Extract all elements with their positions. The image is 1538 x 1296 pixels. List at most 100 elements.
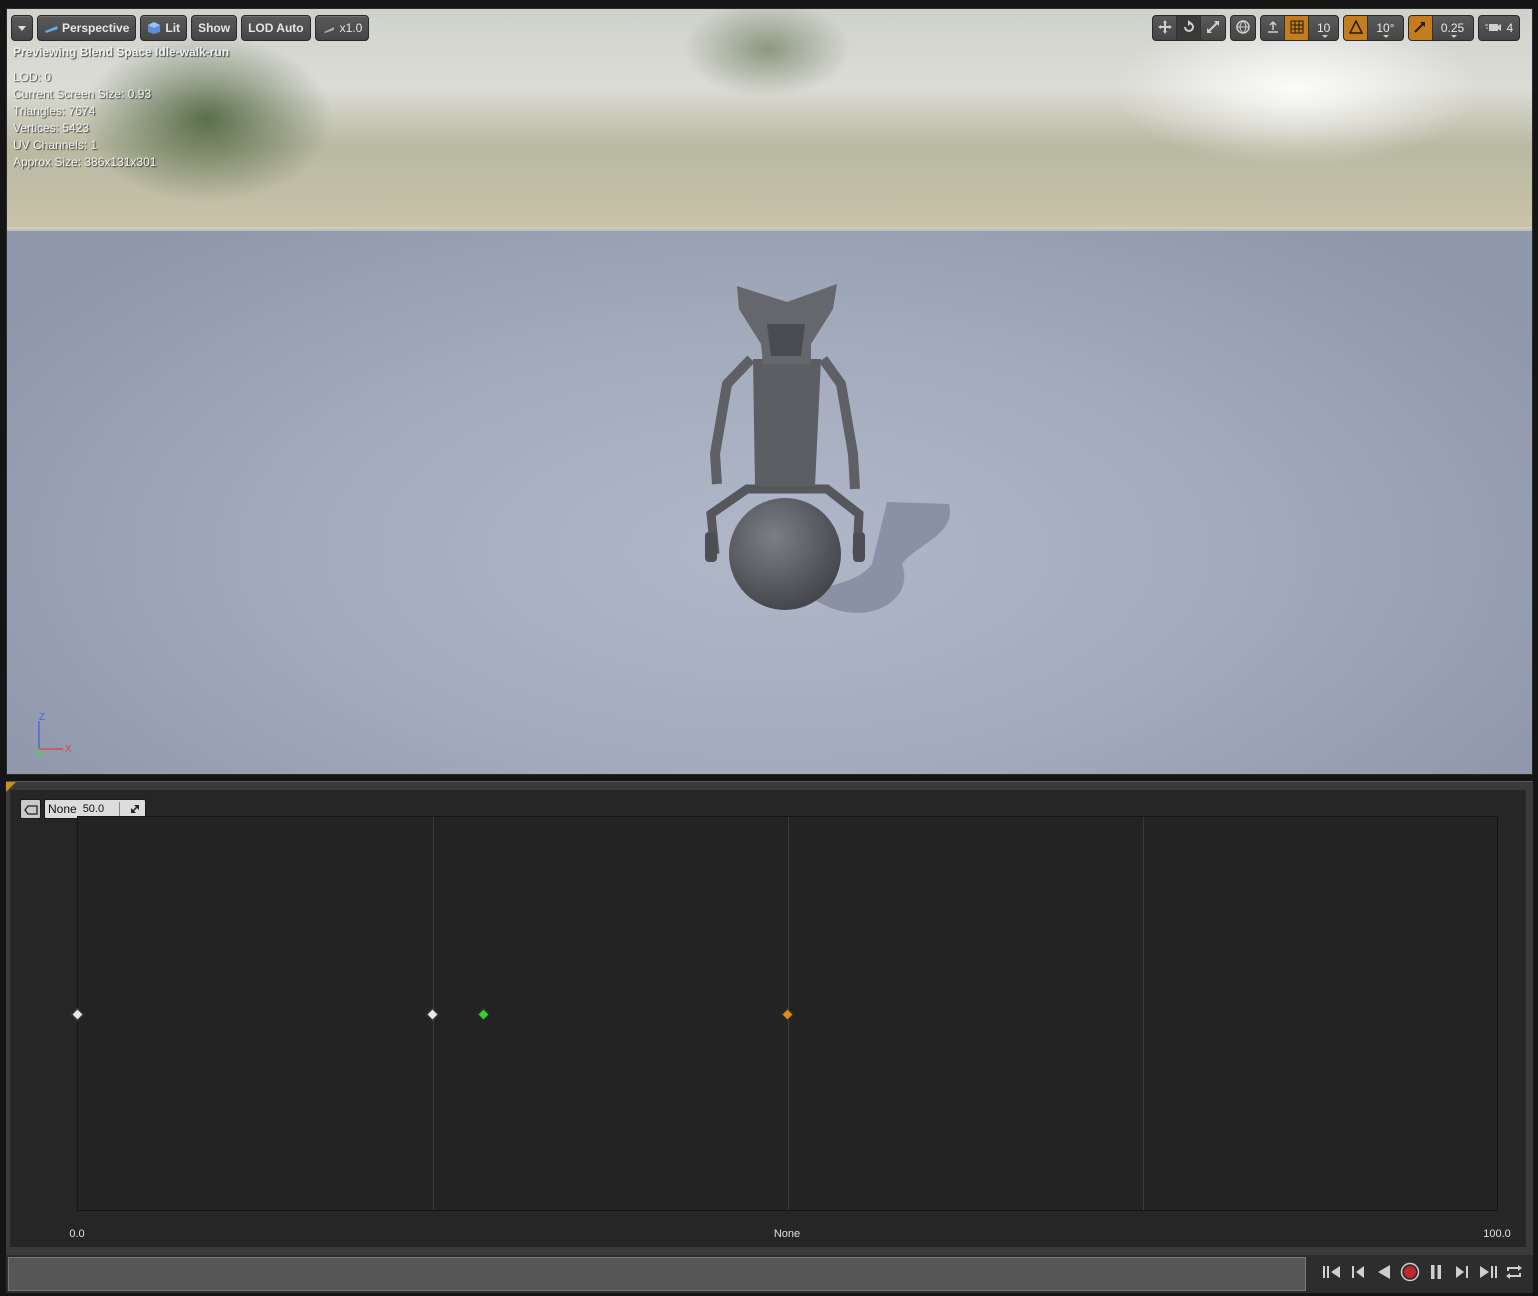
scale-mode-button[interactable] — [1201, 16, 1225, 40]
parameter-name: None — [48, 802, 77, 816]
tag-icon — [23, 800, 38, 819]
grid-snap-group: 10 — [1260, 15, 1340, 41]
viewport-options-button[interactable] — [11, 15, 33, 41]
surface-snap-icon — [1266, 20, 1280, 37]
axis-y-label: Y — [38, 752, 44, 761]
perspective-button[interactable]: Perspective — [37, 15, 137, 41]
field-separator — [118, 802, 120, 816]
transport-controls — [1322, 1260, 1524, 1288]
viewport-toolbar-right: 10 10° 0.25 4 — [1152, 15, 1521, 41]
globe-icon — [1236, 19, 1250, 37]
lod-label: LOD Auto — [248, 21, 304, 35]
stat-screen-size: Current Screen Size: 0.93 — [13, 87, 152, 101]
axis-gizmo: Z X Y — [34, 712, 72, 761]
rotation-snap-value-label: 10° — [1376, 21, 1395, 35]
step-back-button[interactable] — [1348, 1262, 1368, 1286]
x-axis-name-label: None — [773, 1228, 801, 1240]
step-forward-button[interactable] — [1452, 1262, 1472, 1286]
chevron-down-icon — [17, 21, 27, 35]
lod-button[interactable]: LOD Auto — [241, 15, 311, 41]
show-button[interactable]: Show — [191, 15, 238, 41]
timeline-bar — [6, 1255, 1533, 1293]
record-icon — [1400, 1262, 1420, 1286]
preview-viewport[interactable]: Perspective Lit Show LOD Auto x1.0 10 10… — [6, 8, 1533, 775]
grid-snap-value-label: 10 — [1317, 21, 1331, 35]
x-axis-min-label: 0.0 — [69, 1228, 85, 1240]
editor-root: Perspective Lit Show LOD Auto x1.0 10 10… — [0, 0, 1538, 1296]
stat-uv-channels: UV Channels: 1 — [13, 138, 98, 152]
perspective-label: Perspective — [62, 21, 130, 35]
world-space-button[interactable] — [1231, 16, 1255, 40]
camera-icon — [44, 21, 58, 35]
mesh-stats: LOD: 0 Current Screen Size: 0.93 Triangl… — [13, 70, 156, 169]
transform-mode-group — [1152, 15, 1226, 41]
scale-snap-icon — [1413, 20, 1427, 37]
camera-speed-value-label: 4 — [1506, 21, 1514, 35]
character-mesh[interactable] — [687, 264, 967, 634]
scale-icon — [1206, 20, 1220, 37]
timeline-scrubber[interactable] — [8, 1257, 1306, 1291]
rotate-mode-button[interactable] — [1177, 16, 1201, 40]
grid-snap-toggle[interactable] — [1285, 16, 1309, 40]
x-axis-max-label: 100.0 — [1483, 1228, 1511, 1240]
loop-button[interactable] — [1504, 1262, 1524, 1286]
play-reverse-button[interactable] — [1374, 1262, 1394, 1286]
blend-space-background: None 50.0 0.0 None 100.0 — [10, 790, 1526, 1247]
expand-icon[interactable] — [129, 803, 141, 815]
sky-background — [7, 9, 1532, 231]
speed-label: x1.0 — [339, 21, 363, 35]
stat-lod: LOD: 0 — [13, 70, 52, 84]
step-forward-icon — [1454, 1264, 1470, 1284]
show-label: Show — [198, 21, 231, 35]
rotate-icon — [1182, 19, 1196, 37]
grid-line-2 — [1143, 817, 1144, 1210]
rotation-snap-toggle[interactable] — [1344, 16, 1369, 40]
tag-toggle-button[interactable] — [20, 799, 41, 819]
coordinate-space-group — [1230, 15, 1256, 41]
playback-speed-button[interactable]: x1.0 — [314, 15, 370, 41]
blend-space-editor: None 50.0 0.0 None 100.0 — [6, 781, 1533, 1255]
record-button[interactable] — [1400, 1262, 1420, 1286]
sample-1[interactable] — [426, 1007, 439, 1021]
pause-icon — [1429, 1264, 1443, 1284]
loop-icon — [1505, 1264, 1523, 1284]
view-mode-lit-button[interactable]: Lit — [140, 15, 188, 41]
rotation-snap-group: 10° — [1343, 15, 1404, 41]
step-back-icon — [1350, 1264, 1366, 1284]
preview-title: Previewing Blend Space Idle-walk-run — [13, 45, 230, 59]
preview-position[interactable] — [477, 1007, 490, 1021]
axis-x-label: X — [65, 744, 72, 755]
pause-button[interactable] — [1426, 1262, 1446, 1286]
lit-sphere-icon — [147, 21, 161, 35]
sample-0[interactable] — [71, 1007, 84, 1021]
move-arrows-icon — [1157, 19, 1173, 38]
camera-speed-icon — [1484, 21, 1501, 36]
grid-icon — [1290, 20, 1304, 37]
scale-snap-value[interactable]: 0.25 — [1433, 16, 1473, 40]
blend-space-grid[interactable] — [71, 816, 1498, 1211]
go-to-start-button[interactable] — [1322, 1262, 1342, 1286]
lit-label: Lit — [165, 21, 181, 35]
go-to-end-button[interactable] — [1478, 1262, 1498, 1286]
angle-icon — [1348, 18, 1364, 37]
stat-approx-size: Approx Size: 386x131x301 — [13, 155, 157, 169]
scale-snap-group: 0.25 — [1407, 15, 1474, 41]
camera-speed-button[interactable]: 4 — [1479, 16, 1520, 40]
skip-to-start-icon — [1322, 1264, 1342, 1284]
sample-2-selected[interactable] — [781, 1007, 794, 1021]
camera-speed-group: 4 — [1477, 15, 1521, 41]
scale-snap-value-label: 0.25 — [1440, 21, 1465, 35]
rotation-snap-value[interactable]: 10° — [1368, 16, 1402, 40]
axis-z-label: Z — [39, 712, 45, 723]
speed-icon — [322, 21, 336, 35]
translate-mode-button[interactable] — [1153, 16, 1177, 40]
stat-triangles: Triangles: 7674 — [13, 104, 96, 118]
stat-vertices: Vertices: 5423 — [13, 121, 90, 135]
grid-snap-value[interactable]: 10 — [1309, 16, 1338, 40]
skip-to-end-icon — [1478, 1264, 1498, 1284]
play-reverse-icon — [1376, 1264, 1392, 1284]
parameter-value[interactable]: 50.0 — [83, 803, 113, 815]
surface-snap-button[interactable] — [1261, 16, 1285, 40]
scale-snap-toggle[interactable] — [1408, 16, 1433, 40]
viewport-toolbar-left: Perspective Lit Show LOD Auto x1.0 — [11, 15, 370, 41]
